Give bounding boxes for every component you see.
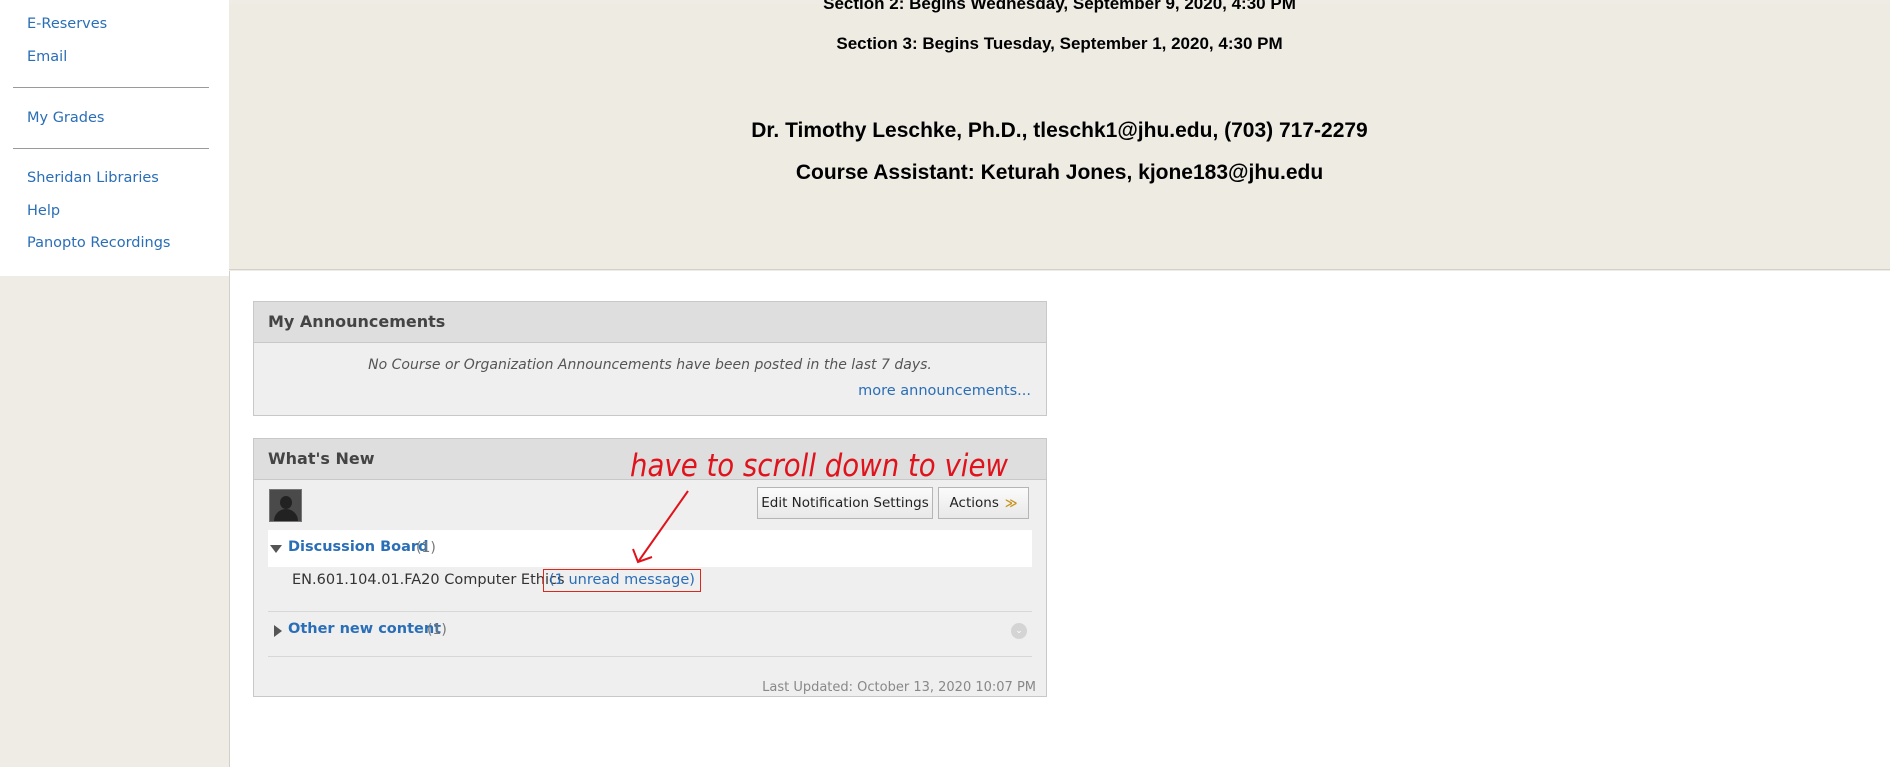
collapsed-triangle-icon[interactable] <box>274 625 282 637</box>
menu-item-my-grades[interactable]: My Grades <box>27 110 104 126</box>
menu-divider <box>13 148 209 149</box>
other-new-content-count: (1) <box>427 622 447 638</box>
menu-item-help[interactable]: Help <box>27 203 60 219</box>
no-announcements-message: No Course or Organization Announcements … <box>368 357 932 373</box>
menu-divider <box>13 87 209 88</box>
row-divider <box>268 656 1032 657</box>
user-avatar <box>269 489 302 522</box>
sidebar-background <box>0 276 229 767</box>
edit-notification-settings-button[interactable]: Edit Notification Settings <box>757 487 933 519</box>
discussion-board-count: (1) <box>416 540 436 556</box>
menu-item-email[interactable]: Email <box>27 49 67 65</box>
instructor-info: Dr. Timothy Leschke, Ph.D., tleschk1@jhu… <box>751 119 1368 142</box>
menu-item-panopto-recordings[interactable]: Panopto Recordings <box>27 235 171 251</box>
section-2-schedule: Section 2: Begins Wednesday, September 9… <box>823 0 1296 13</box>
whats-new-module: What's New Edit Notification Settings Ac… <box>253 438 1047 697</box>
discussion-board-link[interactable]: Discussion Board <box>288 539 428 555</box>
menu-item-e-reserves[interactable]: E-Reserves <box>27 16 107 32</box>
announcements-title: My Announcements <box>254 302 1046 343</box>
course-name: EN.601.104.01.FA20 Computer Ethics <box>292 572 565 588</box>
whats-new-title: What's New <box>254 439 1046 480</box>
row-divider <box>268 611 1032 612</box>
page: E-Reserves Email My Grades Sheridan Libr… <box>0 0 1890 767</box>
last-updated-timestamp: Last Updated: October 13, 2020 10:07 PM <box>762 680 1036 695</box>
course-banner: Section 2: Begins Wednesday, September 9… <box>229 0 1890 270</box>
menu-item-sheridan-libraries[interactable]: Sheridan Libraries <box>27 170 159 186</box>
chevron-down-circle-icon[interactable]: ⌄ <box>1011 623 1027 639</box>
other-new-content-link[interactable]: Other new content <box>288 621 441 637</box>
course-assistant-info: Course Assistant: Keturah Jones, kjone18… <box>795 161 1324 184</box>
announcements-module: My Announcements No Course or Organizati… <box>253 301 1047 416</box>
discussion-board-row[interactable]: Discussion Board (1) <box>268 530 1032 567</box>
course-menu: E-Reserves Email My Grades Sheridan Libr… <box>0 0 229 276</box>
actions-label: Actions <box>949 495 999 511</box>
expanded-triangle-icon[interactable] <box>270 545 282 553</box>
section-3-schedule: Section 3: Begins Tuesday, September 1, … <box>836 34 1283 53</box>
double-chevron-down-icon: ≫ <box>1004 496 1018 510</box>
unread-message-link[interactable]: (1 unread message) <box>543 569 701 592</box>
actions-button[interactable]: Actions ≫ <box>938 487 1029 519</box>
more-announcements-link[interactable]: more announcements... <box>858 383 1031 399</box>
